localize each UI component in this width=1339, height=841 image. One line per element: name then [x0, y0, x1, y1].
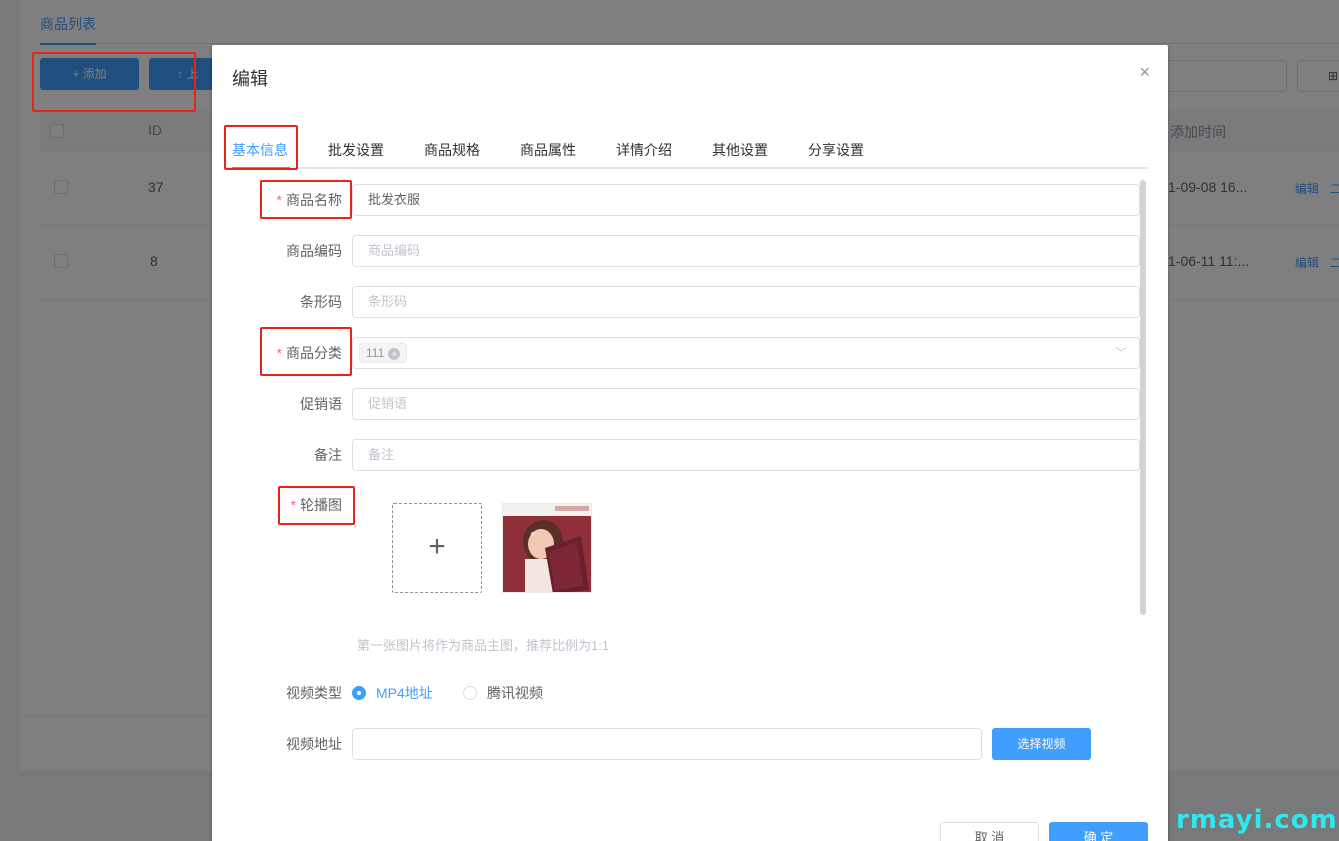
upload-image-button[interactable]: +	[392, 503, 482, 593]
plus-icon: +	[428, 530, 446, 563]
tab-basic-info[interactable]: 基本信息	[232, 140, 288, 160]
confirm-button[interactable]: 确 定	[1049, 822, 1148, 841]
form-row-code: 商品编码 商品编码	[212, 235, 1168, 267]
product-photo	[503, 504, 591, 592]
form-row-name: * 商品名称 批发衣服	[212, 184, 1168, 216]
radio-tencent[interactable]	[463, 686, 477, 700]
close-icon[interactable]: ×	[1139, 63, 1150, 81]
form-row-barcode: 条形码 条形码	[212, 286, 1168, 318]
required-mark: *	[276, 192, 282, 208]
tab-attributes[interactable]: 商品属性	[520, 140, 576, 160]
tab-other[interactable]: 其他设置	[712, 140, 768, 160]
code-input[interactable]: 商品编码	[352, 235, 1140, 267]
radio-mp4-label[interactable]: MP4地址	[376, 683, 433, 703]
video-type-label: 视频类型	[286, 685, 342, 701]
tab-spec[interactable]: 商品规格	[424, 140, 480, 160]
tag-close-icon[interactable]: ×	[388, 348, 401, 360]
barcode-input[interactable]: 条形码	[352, 286, 1140, 318]
name-input[interactable]: 批发衣服	[352, 184, 1140, 216]
tab-share[interactable]: 分享设置	[808, 140, 864, 160]
required-mark: *	[290, 497, 296, 513]
form-row-video-type: 视频类型 MP4地址 腾讯视频	[212, 682, 1168, 706]
form-row-carousel: * 轮播图	[212, 489, 1168, 521]
tab-wholesale[interactable]: 批发设置	[328, 140, 384, 160]
watermark: rmayi.com	[1176, 805, 1338, 835]
remark-label: 备注	[314, 447, 342, 463]
form-row-remark: 备注 备注	[212, 439, 1168, 471]
carousel-label: * 轮播图	[290, 497, 342, 513]
tab-active-indicator	[232, 167, 290, 169]
edit-dialog: 编辑 × 基本信息 批发设置 商品规格 商品属性 详情介绍 其他设置 分享设置 …	[212, 45, 1168, 841]
form-row-promo: 促销语 促销语	[212, 388, 1168, 420]
category-label: * 商品分类	[276, 345, 342, 361]
promo-label: 促销语	[300, 396, 342, 412]
tab-detail[interactable]: 详情介绍	[616, 140, 672, 160]
video-url-label: 视频地址	[286, 736, 342, 752]
chevron-down-icon[interactable]: ﹀	[1115, 338, 1127, 368]
category-select[interactable]: 111 × ﹀	[352, 337, 1140, 369]
tab-bar: 基本信息 批发设置 商品规格 商品属性 详情介绍 其他设置 分享设置	[224, 133, 1148, 169]
form-row-category: * 商品分类 111 × ﹀	[212, 337, 1168, 369]
radio-tencent-label[interactable]: 腾讯视频	[487, 683, 543, 703]
video-url-input[interactable]	[352, 728, 982, 760]
carousel-image-thumbnail[interactable]	[502, 503, 592, 593]
dialog-title: 编辑	[232, 69, 268, 89]
remark-input[interactable]: 备注	[352, 439, 1140, 471]
cancel-button[interactable]: 取 消	[940, 822, 1039, 841]
barcode-label: 条形码	[300, 294, 342, 310]
name-label: * 商品名称	[276, 192, 342, 208]
select-video-button[interactable]: 选择视频	[992, 728, 1091, 760]
radio-mp4[interactable]	[352, 686, 366, 700]
required-mark: *	[276, 345, 282, 361]
category-tag: 111 ×	[359, 343, 408, 363]
form-row-video-url: 视频地址 选择视频	[212, 728, 1168, 760]
carousel-hint: 第一张图片将作为商品主图，推荐比例为1:1	[357, 638, 610, 653]
promo-input[interactable]: 促销语	[352, 388, 1140, 420]
code-label: 商品编码	[286, 243, 342, 259]
